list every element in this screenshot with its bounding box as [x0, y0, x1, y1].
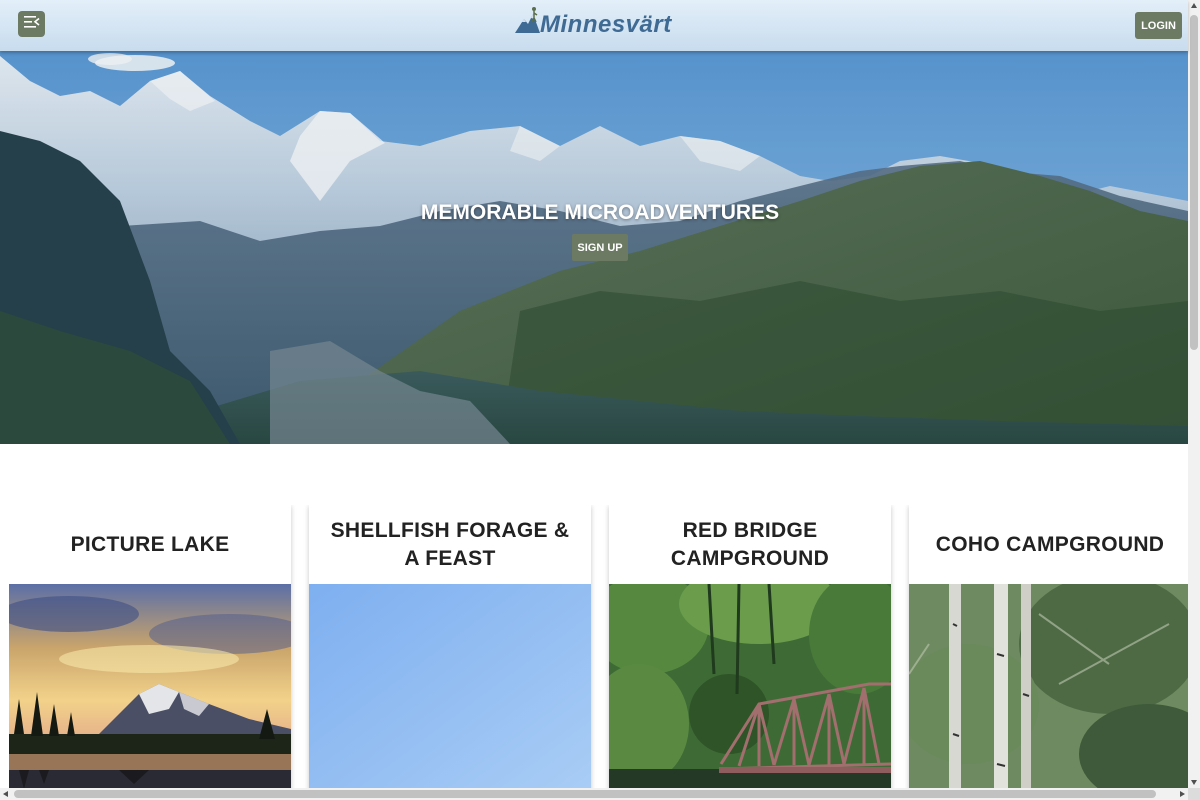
- scroll-up-arrow-icon[interactable]: [1191, 3, 1197, 8]
- login-button[interactable]: LOGIN: [1135, 12, 1182, 39]
- card-red-bridge-campground[interactable]: RED BRIDGE CAMPGROUND: [609, 505, 891, 788]
- card-title: SHELLFISH FORAGE & A FEAST: [330, 518, 570, 570]
- horizontal-scrollbar[interactable]: [0, 788, 1188, 800]
- top-navbar: Minnesvärt LOGIN: [0, 0, 1188, 51]
- card-image-coho-campground: [909, 584, 1188, 788]
- card-image-red-bridge: [609, 584, 891, 788]
- card-title: COHO CAMPGROUND: [935, 532, 1165, 556]
- vertical-scrollbar[interactable]: [1188, 0, 1200, 788]
- scroll-down-arrow-icon[interactable]: [1191, 780, 1197, 785]
- card-picture-lake[interactable]: PICTURE LAKE: [9, 505, 291, 788]
- scroll-left-arrow-icon[interactable]: [3, 791, 8, 797]
- vertical-scroll-thumb[interactable]: [1190, 15, 1198, 350]
- hero-title: MEMORABLE MICROADVENTURES: [420, 201, 780, 224]
- page: Minnesvärt LOGIN MEMORABLE MICROADVENTUR…: [0, 0, 1200, 800]
- scrollbar-corner: [1188, 788, 1200, 800]
- card-image-picture-lake: [9, 584, 291, 788]
- signup-button[interactable]: SIGN UP: [572, 234, 628, 261]
- card-coho-campground[interactable]: COHO CAMPGROUND: [909, 505, 1188, 788]
- card-title: PICTURE LAKE: [70, 532, 230, 556]
- adventure-cards: PICTURE LAKE SHELLFISH FORAGE & A FEAST …: [9, 505, 1188, 788]
- mountain-hiker-icon: [514, 5, 540, 40]
- site-logo[interactable]: Minnesvärt: [514, 5, 672, 40]
- logo-text: Minnesvärt: [540, 11, 672, 38]
- menu-collapse-icon: [23, 15, 40, 33]
- scroll-right-arrow-icon[interactable]: [1180, 791, 1185, 797]
- card-title: RED BRIDGE CAMPGROUND: [670, 518, 830, 570]
- card-image-shellfish-forage: [309, 584, 591, 788]
- horizontal-scroll-thumb[interactable]: [14, 790, 1156, 798]
- card-shellfish-forage[interactable]: SHELLFISH FORAGE & A FEAST: [309, 505, 591, 788]
- hero-banner: MEMORABLE MICROADVENTURES SIGN UP: [0, 51, 1188, 444]
- menu-toggle-button[interactable]: [18, 11, 45, 37]
